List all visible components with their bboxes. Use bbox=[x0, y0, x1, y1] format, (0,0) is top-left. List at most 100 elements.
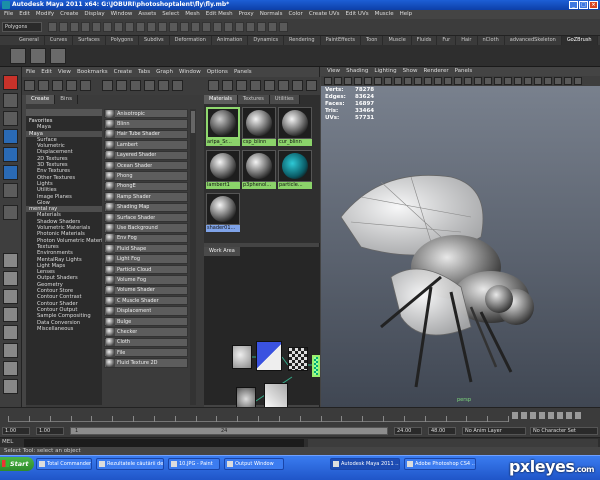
end-time-field[interactable]: 48.00 bbox=[428, 427, 456, 435]
menu-help[interactable]: Help bbox=[400, 10, 413, 19]
graph-node-file[interactable] bbox=[256, 341, 282, 371]
node-button-use-background[interactable]: Use Background bbox=[104, 223, 188, 233]
hypershade-menu-panels[interactable]: Panels bbox=[234, 67, 252, 77]
status-line-icon[interactable] bbox=[213, 22, 222, 32]
node-list-scrollbar[interactable] bbox=[190, 109, 196, 405]
node-button-displacement[interactable]: Displacement bbox=[104, 306, 188, 316]
node-button-fluid-shape[interactable]: Fluid Shape bbox=[104, 244, 188, 254]
hypershade-toolbar-icon[interactable] bbox=[130, 80, 141, 91]
hypershade-toolbar-icon[interactable] bbox=[236, 80, 247, 91]
hypershade-toolbar-icon[interactable] bbox=[66, 80, 77, 91]
maximize-button[interactable]: □ bbox=[579, 1, 588, 9]
tab-create[interactable]: Create bbox=[26, 95, 56, 104]
tab-bins[interactable]: Bins bbox=[55, 95, 78, 104]
node-button-lambert[interactable]: Lambert bbox=[104, 140, 188, 150]
viewport-toolbar-icon[interactable] bbox=[434, 77, 442, 85]
node-button-file[interactable]: File bbox=[104, 347, 188, 358]
viewport-toolbar-icon[interactable] bbox=[484, 77, 492, 85]
start-button[interactable]: Start bbox=[0, 457, 34, 471]
viewport-toolbar-icon[interactable] bbox=[334, 77, 342, 85]
shelf-tab-curves[interactable]: Curves bbox=[45, 36, 74, 45]
node-button-ramp-shader[interactable]: Ramp Shader bbox=[104, 192, 188, 202]
node-button-surface-shader[interactable]: Surface Shader bbox=[104, 212, 188, 223]
node-button-ocean-shader[interactable]: Ocean Shader bbox=[104, 160, 188, 171]
material-swatch[interactable]: aripa_Sr... bbox=[206, 107, 240, 147]
hypershade-menu-graph[interactable]: Graph bbox=[156, 67, 173, 77]
playback-end-field[interactable]: 24.00 bbox=[394, 427, 422, 435]
status-line-icon[interactable] bbox=[257, 22, 266, 32]
step-back-icon[interactable] bbox=[521, 412, 527, 419]
node-button-light-fog[interactable]: Light Fog bbox=[104, 254, 188, 264]
menu-muscle[interactable]: Muscle bbox=[375, 10, 394, 19]
shelf-tab-hair[interactable]: Hair bbox=[456, 36, 478, 45]
single-pane-layout-icon[interactable] bbox=[3, 253, 18, 268]
play-back-icon[interactable] bbox=[539, 412, 545, 419]
graph-node-material[interactable] bbox=[312, 355, 320, 377]
shelf-tool-icon[interactable] bbox=[10, 48, 26, 64]
tab-materials[interactable]: Materials bbox=[204, 95, 238, 104]
node-button-blinn[interactable]: Blinn bbox=[104, 119, 188, 129]
viewport-toolbar-icon[interactable] bbox=[574, 77, 582, 85]
material-swatch[interactable]: lambert1 bbox=[206, 150, 240, 190]
node-button-volume-shader[interactable]: Volume Shader bbox=[104, 285, 188, 296]
select-tool-icon[interactable] bbox=[3, 75, 18, 90]
viewport-toolbar-icon[interactable] bbox=[454, 77, 462, 85]
shelf-tab-polygons[interactable]: Polygons bbox=[106, 36, 139, 45]
viewport-toolbar-icon[interactable] bbox=[564, 77, 572, 85]
viewport-toolbar-icon[interactable] bbox=[424, 77, 432, 85]
close-button[interactable]: × bbox=[589, 1, 598, 9]
viewport-toolbar-icon[interactable] bbox=[354, 77, 362, 85]
manipulator-tool-icon[interactable] bbox=[3, 183, 18, 198]
node-button-cloth[interactable]: Cloth bbox=[104, 337, 188, 347]
viewport-menu-lighting[interactable]: Lighting bbox=[374, 67, 396, 76]
node-button-anisotropic[interactable]: Anisotropic bbox=[104, 109, 188, 119]
hypershade-toolbar-icon[interactable] bbox=[208, 80, 219, 91]
viewport-toolbar-icon[interactable] bbox=[394, 77, 402, 85]
viewport-menu-shading[interactable]: Shading bbox=[346, 67, 368, 76]
node-button-layered-shader[interactable]: Layered Shader bbox=[104, 150, 188, 160]
play-forward-icon[interactable] bbox=[548, 412, 554, 419]
viewport-menu-show[interactable]: Show bbox=[403, 67, 418, 76]
menu-file[interactable]: File bbox=[4, 10, 13, 19]
four-pane-layout-icon[interactable] bbox=[3, 271, 18, 286]
step-forward-icon[interactable] bbox=[566, 412, 572, 419]
viewport-toolbar-icon[interactable] bbox=[524, 77, 532, 85]
viewport-toolbar-icon[interactable] bbox=[534, 77, 542, 85]
status-line-icon[interactable] bbox=[169, 22, 178, 32]
viewport-toolbar-icon[interactable] bbox=[544, 77, 552, 85]
hypershade-menu-bookmarks[interactable]: Bookmarks bbox=[77, 67, 108, 77]
menu-select[interactable]: Select bbox=[162, 10, 179, 19]
shelf-tab-fluids[interactable]: Fluids bbox=[412, 36, 438, 45]
menu-window[interactable]: Window bbox=[111, 10, 133, 19]
viewport-toolbar-icon[interactable] bbox=[364, 77, 372, 85]
tree-item[interactable]: Sample Compositing bbox=[26, 313, 102, 319]
hypershade-menu-tabs[interactable]: Tabs bbox=[138, 67, 150, 77]
menu-normals[interactable]: Normals bbox=[260, 10, 283, 19]
status-line-icon[interactable] bbox=[279, 22, 288, 32]
status-line-icon[interactable] bbox=[136, 22, 145, 32]
material-swatch[interactable]: particle... bbox=[278, 150, 312, 190]
shelf-tab-muscle[interactable]: Muscle bbox=[383, 36, 412, 45]
graph-node-checker[interactable] bbox=[288, 347, 308, 371]
scale-tool-icon[interactable] bbox=[3, 165, 18, 180]
status-line-icon[interactable] bbox=[235, 22, 244, 32]
viewport-menu-panels[interactable]: Panels bbox=[455, 67, 473, 76]
status-line-icon[interactable] bbox=[202, 22, 211, 32]
viewport-toolbar-icon[interactable] bbox=[514, 77, 522, 85]
hypershade-menu-window[interactable]: Window bbox=[179, 67, 201, 77]
tree-item[interactable]: Miscellaneous bbox=[26, 326, 102, 332]
status-line-icon[interactable] bbox=[224, 22, 233, 32]
viewport-toolbar-icon[interactable] bbox=[404, 77, 412, 85]
status-line-icon[interactable] bbox=[147, 22, 156, 32]
shelf-tab-surfaces[interactable]: Surfaces bbox=[73, 36, 106, 45]
hypershade-menu-create[interactable]: Create bbox=[114, 67, 132, 77]
viewport-persp[interactable]: View Shading Lighting Show Renderer Panels Ve… bbox=[321, 67, 600, 407]
shelf-tab-subdivs[interactable]: Subdivs bbox=[139, 36, 170, 45]
status-line-icon[interactable] bbox=[81, 22, 90, 32]
go-to-end-icon[interactable] bbox=[575, 412, 581, 419]
node-button-phong[interactable]: Phong bbox=[104, 171, 188, 181]
node-button-shading-map[interactable]: Shading Map bbox=[104, 202, 188, 212]
hypershade-toolbar-icon[interactable] bbox=[144, 80, 155, 91]
menu-modify[interactable]: Modify bbox=[36, 10, 54, 19]
tree-item[interactable]: Photon Volumetric Materi... bbox=[26, 238, 102, 244]
